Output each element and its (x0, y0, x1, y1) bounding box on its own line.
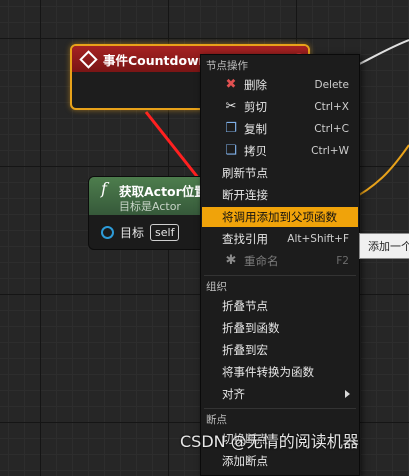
menu-item-rename[interactable]: ✱ 重命名 F2 (202, 251, 358, 271)
menu-item-refresh-nodes[interactable]: 刷新节点 (202, 163, 358, 183)
menu-item-add-parent-call[interactable]: 将调用添加到父项函数 (202, 207, 358, 227)
menu-item-collapse-to-function[interactable]: 折叠到函数 (202, 318, 358, 338)
menu-item-cut-shortcut: Ctrl+X (314, 101, 349, 113)
function-node-header[interactable]: f 获取Actor位置 目标是Actor (89, 177, 217, 215)
delete-icon: ✖ (225, 77, 237, 92)
menu-item-rename-shortcut: F2 (336, 255, 349, 267)
submenu-arrow-icon (345, 390, 350, 398)
menu-item-find-references-shortcut: Alt+Shift+F (287, 233, 349, 245)
menu-item-break-links[interactable]: 断开连接 (202, 185, 358, 205)
menu-item-duplicate-label: 拷贝 (244, 144, 267, 158)
menu-item-cut[interactable]: ✂ 剪切 Ctrl+X (202, 97, 358, 117)
target-self-value: self (150, 223, 180, 241)
tooltip-text: 添加一个 (368, 240, 409, 253)
menu-item-delete-shortcut: Delete (314, 79, 350, 91)
watermark: CSDN @无情的阅读机器 (180, 432, 359, 451)
target-pin-icon[interactable] (101, 225, 114, 239)
menu-item-align[interactable]: 对齐 (202, 384, 358, 404)
copy-icon: ❐ (225, 121, 237, 136)
menu-item-delete-label: 删除 (244, 78, 267, 92)
menu-item-collapse-to-function-label: 折叠到函数 (222, 321, 280, 335)
menu-item-duplicate-shortcut: Ctrl+W (311, 145, 349, 157)
menu-item-collapse-to-macro-label: 折叠到宏 (222, 343, 268, 357)
context-menu: 节点操作 ✖ 删除 Delete ✂ 剪切 Ctrl+X ❐ 复制 Ctrl+C… (200, 54, 360, 476)
menu-item-add-breakpoint-label: 添加断点 (222, 454, 268, 468)
menu-separator (204, 408, 356, 409)
menu-item-add-breakpoint[interactable]: 添加断点 (202, 451, 358, 471)
menu-item-rename-label: 重命名 (244, 254, 279, 268)
function-icon: f (101, 179, 107, 198)
menu-item-add-parent-call-label: 将调用添加到父项函数 (222, 210, 337, 224)
target-pin-label: 目标 (120, 225, 145, 240)
function-node-subtitle: 目标是Actor (119, 200, 181, 213)
menu-item-cut-label: 剪切 (244, 100, 267, 114)
event-diamond-icon (79, 49, 98, 69)
function-node-get-actor-location[interactable]: f 获取Actor位置 目标是Actor 目标 self (88, 176, 218, 250)
scissors-icon: ✂ (225, 99, 237, 114)
menu-item-collapse-to-macro[interactable]: 折叠到宏 (202, 340, 358, 360)
menu-item-find-references-label: 查找引用 (222, 232, 268, 246)
duplicate-icon: ❏ (225, 143, 237, 158)
section-header-organize: 组织 (206, 281, 227, 293)
menu-item-refresh-nodes-label: 刷新节点 (222, 166, 268, 180)
menu-item-align-label: 对齐 (222, 387, 245, 401)
section-header-breakpoints: 断点 (206, 414, 227, 426)
target-pin-row: 目标 self (89, 215, 217, 249)
menu-item-break-links-label: 断开连接 (222, 188, 268, 202)
menu-item-convert-event-to-function-label: 将事件转换为函数 (222, 365, 314, 379)
menu-separator (204, 275, 356, 276)
section-header-node-ops: 节点操作 (206, 60, 248, 72)
menu-item-duplicate[interactable]: ❏ 拷贝 Ctrl+W (202, 141, 358, 161)
menu-item-find-references[interactable]: 查找引用 Alt+Shift+F (202, 229, 358, 249)
menu-item-copy-shortcut: Ctrl+C (314, 123, 349, 135)
menu-item-collapse-nodes[interactable]: 折叠节点 (202, 296, 358, 316)
menu-item-collapse-nodes-label: 折叠节点 (222, 299, 268, 313)
menu-item-copy-label: 复制 (244, 122, 267, 136)
menu-item-copy[interactable]: ❐ 复制 Ctrl+C (202, 119, 358, 139)
tooltip: 添加一个 (359, 233, 409, 259)
menu-item-convert-event-to-function[interactable]: 将事件转换为函数 (202, 362, 358, 382)
menu-item-delete[interactable]: ✖ 删除 Delete (202, 75, 358, 95)
rename-star-icon: ✱ (225, 253, 237, 268)
